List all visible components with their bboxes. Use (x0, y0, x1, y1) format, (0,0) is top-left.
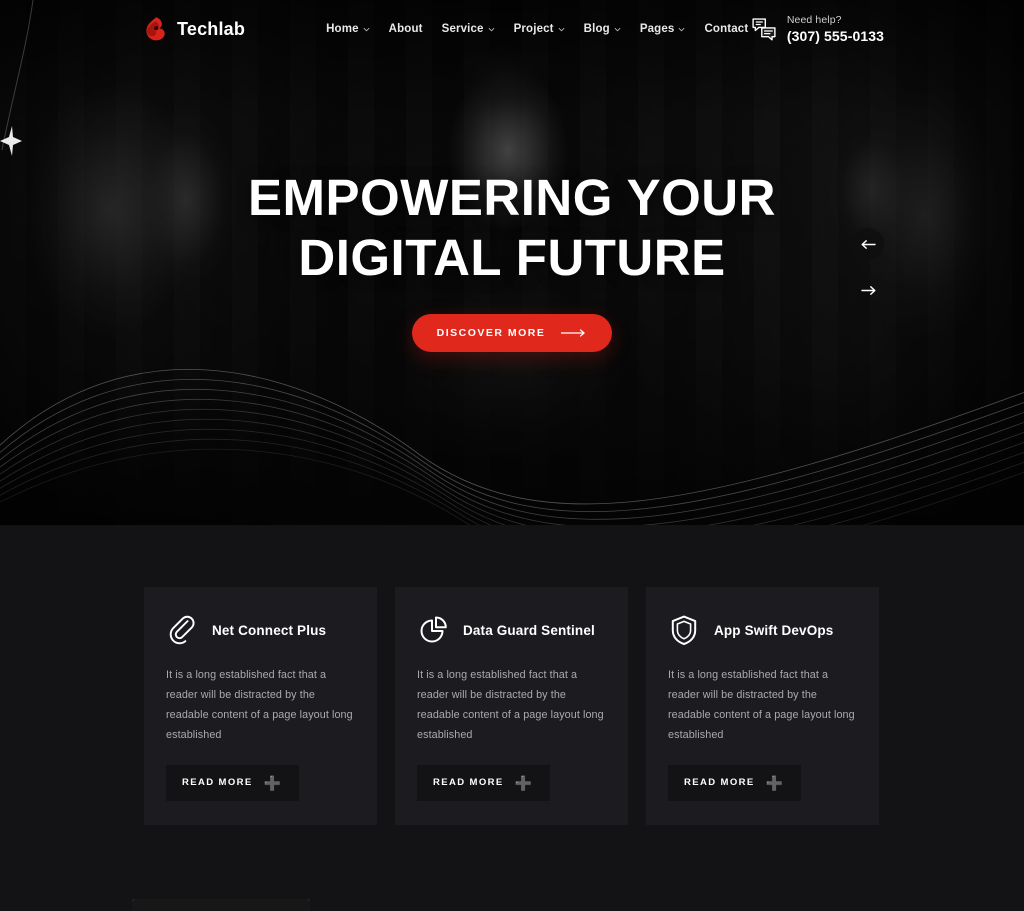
hero-section: Techlab Home About Service Project Blog (0, 0, 1024, 525)
main-navigation: Home About Service Project Blog Pages Co… (326, 23, 748, 35)
read-more-label: READ MORE (684, 777, 755, 789)
nav-item-project[interactable]: Project (514, 23, 565, 35)
nav-label: Pages (639, 23, 675, 35)
arrow-right-icon (561, 329, 586, 337)
service-card-description: It is a long established fact that a rea… (166, 669, 353, 741)
nav-item-pages[interactable]: Pages (640, 23, 686, 35)
chevron-down-icon (363, 27, 370, 31)
service-card-title: Net Connect Plus (212, 622, 327, 638)
pie-chart-icon (420, 616, 447, 643)
service-card-description: It is a long established fact that a rea… (668, 669, 855, 741)
brand-logo[interactable]: Techlab (144, 16, 245, 42)
nav-label: About (388, 23, 423, 35)
hero-slider-controls (852, 228, 884, 306)
brand-name: Techlab (177, 18, 246, 39)
nav-item-about[interactable]: About (389, 23, 423, 35)
discover-more-button[interactable]: DISCOVER MORE (411, 314, 613, 353)
nav-item-service[interactable]: Service (442, 23, 495, 35)
chevron-down-icon (558, 27, 565, 31)
shield-icon (671, 615, 697, 645)
services-card-row: Net Connect Plus It is a long establishe… (144, 587, 880, 825)
arrow-right-icon (860, 285, 875, 295)
service-card-title: Data Guard Sentinel (463, 622, 595, 638)
service-card[interactable]: Data Guard Sentinel It is a long establi… (395, 587, 628, 825)
hero-wave-decoration (0, 368, 1024, 525)
service-card-description: It is a long established fact that a rea… (417, 669, 604, 741)
chevron-down-icon (488, 27, 495, 31)
hero-title-line-1: EMPOWERING YOUR (248, 169, 776, 226)
paperclip-icon (169, 615, 195, 645)
nav-label: Home (326, 23, 359, 35)
chat-bubbles-icon (752, 18, 776, 41)
help-label: Need help? (786, 13, 842, 26)
read-more-button[interactable]: READ MORE ➕ (166, 764, 299, 801)
about-photo (132, 898, 310, 911)
about-section: ABOUT US Empowering Your Digital (132, 898, 892, 911)
nav-label: Project (513, 23, 554, 35)
service-card-header: Net Connect Plus (166, 614, 355, 646)
nav-label: Service (441, 23, 484, 35)
service-card[interactable]: App Swift DevOps It is a long establishe… (646, 587, 879, 825)
read-more-button[interactable]: READ MORE ➕ (668, 764, 801, 801)
plus-icon: ➕ (765, 774, 785, 791)
slider-next-button[interactable] (852, 274, 884, 306)
read-more-button[interactable]: READ MORE ➕ (417, 764, 550, 801)
chevron-down-icon (614, 27, 621, 31)
plus-icon: ➕ (263, 774, 283, 791)
services-section: Net Connect Plus It is a long establishe… (0, 525, 1024, 825)
nav-item-home[interactable]: Home (326, 23, 370, 35)
slider-prev-button[interactable] (852, 228, 884, 260)
header-help-block[interactable]: Need help? (307) 555-0133 (751, 14, 1000, 44)
read-more-label: READ MORE (182, 777, 253, 789)
service-card[interactable]: Net Connect Plus It is a long establishe… (144, 587, 377, 825)
chevron-down-icon (679, 27, 685, 31)
about-photo-illustration (132, 898, 310, 911)
nav-item-blog[interactable]: Blog (584, 23, 621, 35)
service-card-header: App Swift DevOps (668, 614, 857, 646)
arrow-left-icon (861, 239, 876, 249)
about-text-block: ABOUT US Empowering Your Digital (354, 899, 671, 911)
flame-rose-logo-icon (146, 17, 165, 41)
discover-more-label: DISCOVER MORE (436, 327, 546, 340)
read-more-label: READ MORE (433, 777, 504, 789)
nav-label: Blog (583, 23, 610, 35)
plus-icon: ➕ (514, 774, 534, 791)
service-card-title: App Swift DevOps (714, 622, 834, 638)
site-header: Techlab Home About Service Project Blog (0, 0, 1024, 58)
nav-label: Contact (704, 23, 749, 35)
service-card-header: Data Guard Sentinel (417, 614, 606, 646)
help-phone-number[interactable]: (307) 555-0133 (787, 28, 884, 44)
nav-item-contact[interactable]: Contact (704, 23, 748, 35)
